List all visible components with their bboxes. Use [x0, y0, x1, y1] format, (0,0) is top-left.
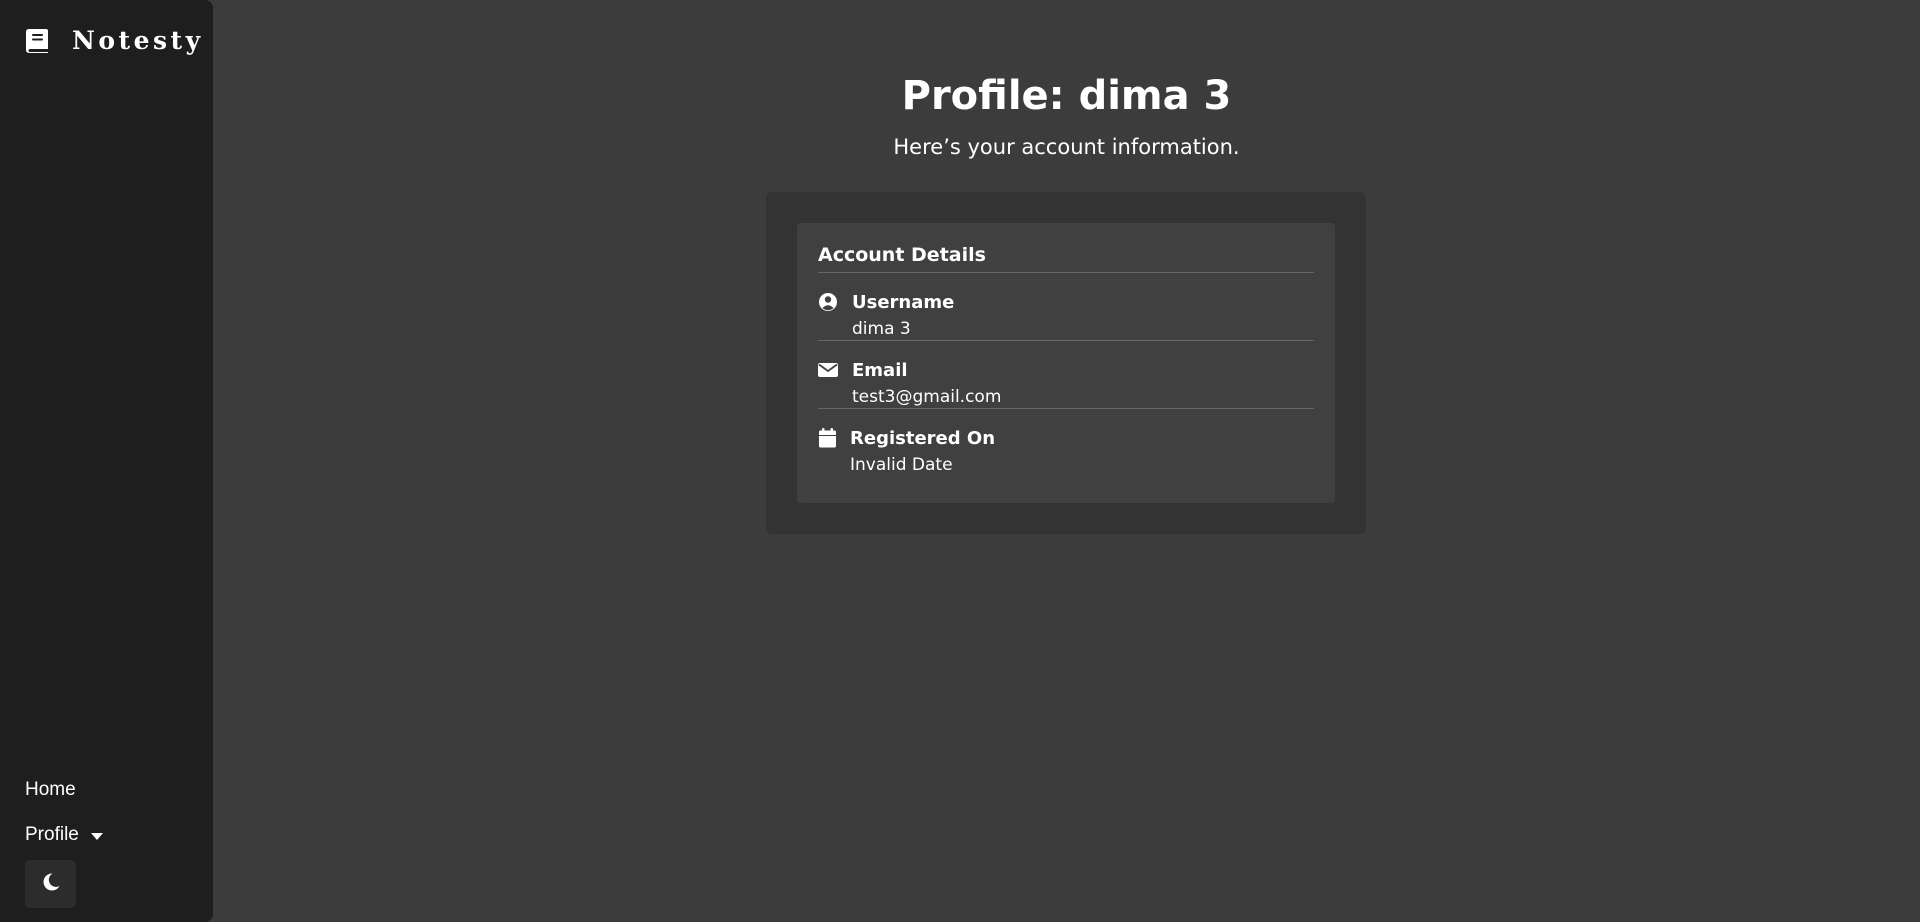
main-content: Profile: dima 3 Here’s your account info…	[213, 0, 1920, 922]
book-icon	[25, 28, 49, 54]
email-label: Email	[852, 360, 908, 381]
account-details-card: Account Details Username dima 3 Email te…	[797, 223, 1335, 503]
registered-value: Invalid Date	[850, 455, 953, 475]
brand-name: Notesty	[72, 26, 204, 55]
email-row: Email test3@gmail.com	[818, 341, 1314, 409]
user-circle-icon	[818, 292, 852, 316]
account-details-title: Account Details	[818, 223, 1314, 273]
registered-label: Registered On	[850, 428, 996, 449]
nav-home-link[interactable]: Home	[25, 776, 103, 804]
username-value: dima 3	[852, 319, 911, 339]
sidebar-nav: Home Profile	[25, 776, 103, 908]
calendar-icon	[818, 428, 850, 452]
registered-row: Registered On Invalid Date	[818, 409, 1314, 477]
page-subtitle: Here’s your account information.	[893, 135, 1240, 159]
brand-link[interactable]: Notesty	[25, 26, 204, 55]
nav-profile-dropdown[interactable]: Profile	[25, 821, 103, 849]
theme-toggle-button[interactable]	[25, 860, 76, 908]
page-title: Profile: dima 3	[901, 73, 1232, 119]
moon-icon	[41, 872, 61, 896]
nav-profile-label: Profile	[25, 824, 79, 845]
email-value: test3@gmail.com	[852, 387, 1002, 407]
profile-card: Account Details Username dima 3 Email te…	[766, 192, 1366, 534]
username-row: Username dima 3	[818, 273, 1314, 341]
envelope-icon	[818, 360, 852, 384]
caret-down-icon	[90, 832, 103, 840]
username-label: Username	[852, 292, 955, 313]
sidebar: Notesty Home Profile	[0, 0, 213, 922]
